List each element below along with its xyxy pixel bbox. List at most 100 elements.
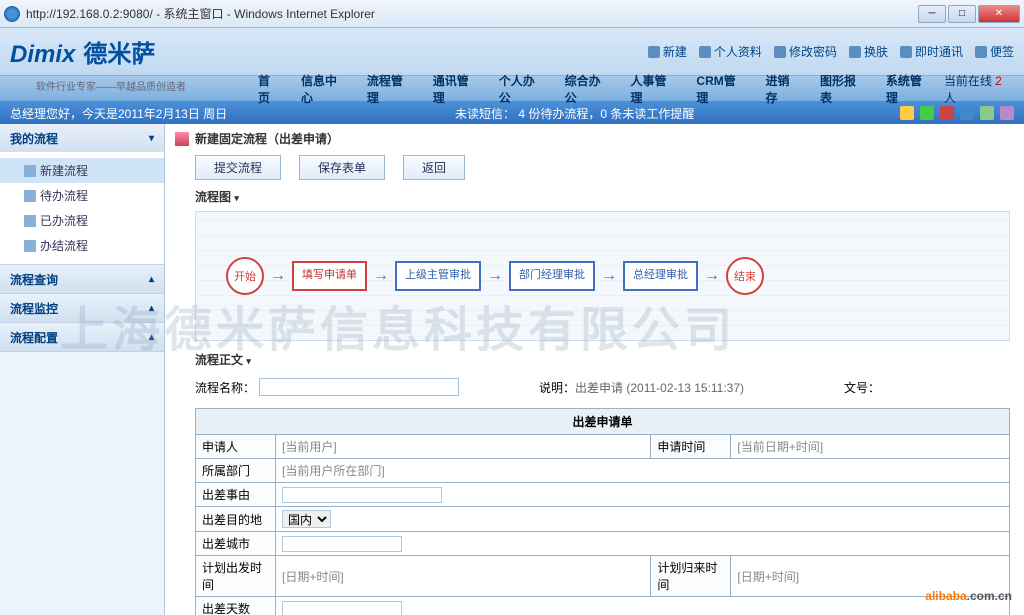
- status-messages: 未读短信： 4 份待办流程，0 条未读工作提醒: [455, 105, 900, 122]
- city-input[interactable]: [282, 536, 402, 552]
- desc-value: 出差申请 (2011-02-13 15:11:37): [575, 379, 744, 396]
- doc-icon: [24, 190, 36, 202]
- password-icon: [774, 46, 786, 58]
- watermark-alibaba: alibaba.com.cn: [925, 576, 1012, 607]
- tool-icon[interactable]: [960, 106, 974, 120]
- chevron-up-icon: ▴: [149, 332, 154, 343]
- alert-icon[interactable]: [940, 106, 954, 120]
- im-icon: [900, 46, 912, 58]
- flow-label: 流程图 ▾: [195, 188, 1014, 205]
- nav-home[interactable]: 首页: [250, 68, 289, 110]
- link-new[interactable]: 新建: [648, 43, 687, 60]
- main-area: 我的流程▾ 新建流程 待办流程 已办流程 办结流程 流程查询▴ 流程监控▴ 流程…: [0, 124, 1024, 615]
- flow-start[interactable]: 开始: [226, 257, 264, 295]
- form-title: 出差申请单: [196, 409, 1010, 435]
- nav-comm[interactable]: 通讯管理: [425, 68, 487, 110]
- collapse-icon[interactable]: ▾: [246, 356, 251, 366]
- chevron-down-icon: ▾: [149, 133, 154, 144]
- sidebar-item-newflow[interactable]: 新建流程: [0, 158, 164, 183]
- reason-input[interactable]: [282, 487, 442, 503]
- sidebar: 我的流程▾ 新建流程 待办流程 已办流程 办结流程 流程查询▴ 流程监控▴ 流程…: [0, 124, 165, 615]
- flowname-input[interactable]: [259, 378, 459, 396]
- nav-crm[interactable]: CRM管理: [688, 68, 753, 110]
- status-icons: [900, 106, 1014, 120]
- depart-value[interactable]: [日期+时间]: [282, 570, 344, 584]
- side-header-monitor[interactable]: 流程监控▴: [0, 294, 164, 322]
- window-title: http://192.168.0.2:9080/ - 系统主窗口 - Windo…: [26, 5, 918, 22]
- slogan: 软件行业专家——早越品质创造者: [36, 78, 186, 93]
- chevron-up-icon: ▴: [149, 274, 154, 285]
- nav-info[interactable]: 信息中心: [293, 68, 355, 110]
- return-value[interactable]: [日期+时间]: [737, 570, 799, 584]
- logo: Dimix 德米萨: [10, 34, 155, 69]
- link-skin[interactable]: 换肤: [849, 43, 888, 60]
- nav-system[interactable]: 系统管理: [878, 68, 940, 110]
- misc-icon[interactable]: [980, 106, 994, 120]
- flow-step-1[interactable]: 填写申请单: [292, 261, 367, 290]
- note-icon: [975, 46, 987, 58]
- dest-select[interactable]: 国内: [282, 510, 331, 528]
- arrow-icon: →: [373, 267, 389, 285]
- chevron-up-icon: ▴: [149, 303, 154, 314]
- page-title: 新建固定流程（出差申请）: [175, 130, 1014, 147]
- nav-office[interactable]: 综合办公: [557, 68, 619, 110]
- skin-icon: [849, 46, 861, 58]
- nav-personal[interactable]: 个人办公: [491, 68, 553, 110]
- form-icon: [175, 132, 189, 146]
- sidebar-item-todo[interactable]: 待办流程: [0, 183, 164, 208]
- dept-label: 所属部门: [196, 459, 276, 483]
- home-icon[interactable]: [900, 106, 914, 120]
- side-section-myflow: 我的流程▾ 新建流程 待办流程 已办流程 办结流程: [0, 124, 164, 265]
- reason-label: 出差事由: [196, 483, 276, 507]
- button-bar: 提交流程 保存表单 返回: [175, 155, 1014, 180]
- doc-icon: [24, 240, 36, 252]
- window-controls: ─ □ ✕: [918, 5, 1020, 23]
- status-bar: 总经理您好，今天是2011年2月13日 周日 未读短信： 4 份待办流程，0 条…: [0, 102, 1024, 124]
- link-password[interactable]: 修改密码: [774, 43, 837, 60]
- days-input[interactable]: [282, 601, 402, 615]
- side-header-myflow[interactable]: 我的流程▾: [0, 124, 164, 152]
- new-icon: [648, 46, 660, 58]
- save-button[interactable]: 保存表单: [299, 155, 385, 180]
- status-greeting: 总经理您好，今天是2011年2月13日 周日: [10, 105, 455, 122]
- maximize-button[interactable]: □: [948, 5, 976, 23]
- side-header-query[interactable]: 流程查询▴: [0, 265, 164, 293]
- sidebar-item-finished[interactable]: 办结流程: [0, 233, 164, 258]
- sidebar-item-done[interactable]: 已办流程: [0, 208, 164, 233]
- doc-icon: [24, 165, 36, 177]
- exit-icon[interactable]: [1000, 106, 1014, 120]
- form-section: 流程名称： 说明： 出差申请 (2011-02-13 15:11:37) 文号：…: [195, 374, 1010, 615]
- refresh-icon[interactable]: [920, 106, 934, 120]
- submit-button[interactable]: 提交流程: [195, 155, 281, 180]
- flow-step-3[interactable]: 部门经理审批: [509, 261, 595, 290]
- back-button[interactable]: 返回: [403, 155, 465, 180]
- online-count: 当前在线 2 人: [944, 72, 1024, 106]
- body-label: 流程正文 ▾: [195, 351, 1014, 368]
- side-header-config[interactable]: 流程配置▴: [0, 323, 164, 351]
- profile-icon: [699, 46, 711, 58]
- dest-label: 出差目的地: [196, 507, 276, 532]
- flow-step-2[interactable]: 上级主管审批: [395, 261, 481, 290]
- collapse-icon[interactable]: ▾: [234, 193, 239, 203]
- link-note[interactable]: 便签: [975, 43, 1014, 60]
- nav-flow[interactable]: 流程管理: [359, 68, 421, 110]
- applytime-cell: [当前日期+时间]: [731, 435, 1010, 459]
- nav-hr[interactable]: 人事管理: [623, 68, 685, 110]
- link-profile[interactable]: 个人资料: [699, 43, 762, 60]
- close-button[interactable]: ✕: [978, 5, 1020, 23]
- depart-label: 计划出发时间: [196, 556, 276, 597]
- arrow-icon: →: [601, 267, 617, 285]
- nav-stock[interactable]: 进销存: [758, 68, 808, 110]
- arrow-icon: →: [270, 267, 286, 285]
- dept-cell: [当前用户所在部门]: [276, 459, 1010, 483]
- nav-report[interactable]: 图形报表: [812, 68, 874, 110]
- flow-step-4[interactable]: 总经理审批: [623, 261, 698, 290]
- flow-end[interactable]: 结束: [726, 257, 764, 295]
- arrow-icon: →: [487, 267, 503, 285]
- minimize-button[interactable]: ─: [918, 5, 946, 23]
- days-label: 出差天数: [196, 597, 276, 615]
- logo-cn: 德米萨: [83, 34, 155, 69]
- link-im[interactable]: 即时通讯: [900, 43, 963, 60]
- logo-en: Dimix: [10, 41, 75, 69]
- content: 新建固定流程（出差申请） 提交流程 保存表单 返回 流程图 ▾ 开始 → 填写申…: [165, 124, 1024, 615]
